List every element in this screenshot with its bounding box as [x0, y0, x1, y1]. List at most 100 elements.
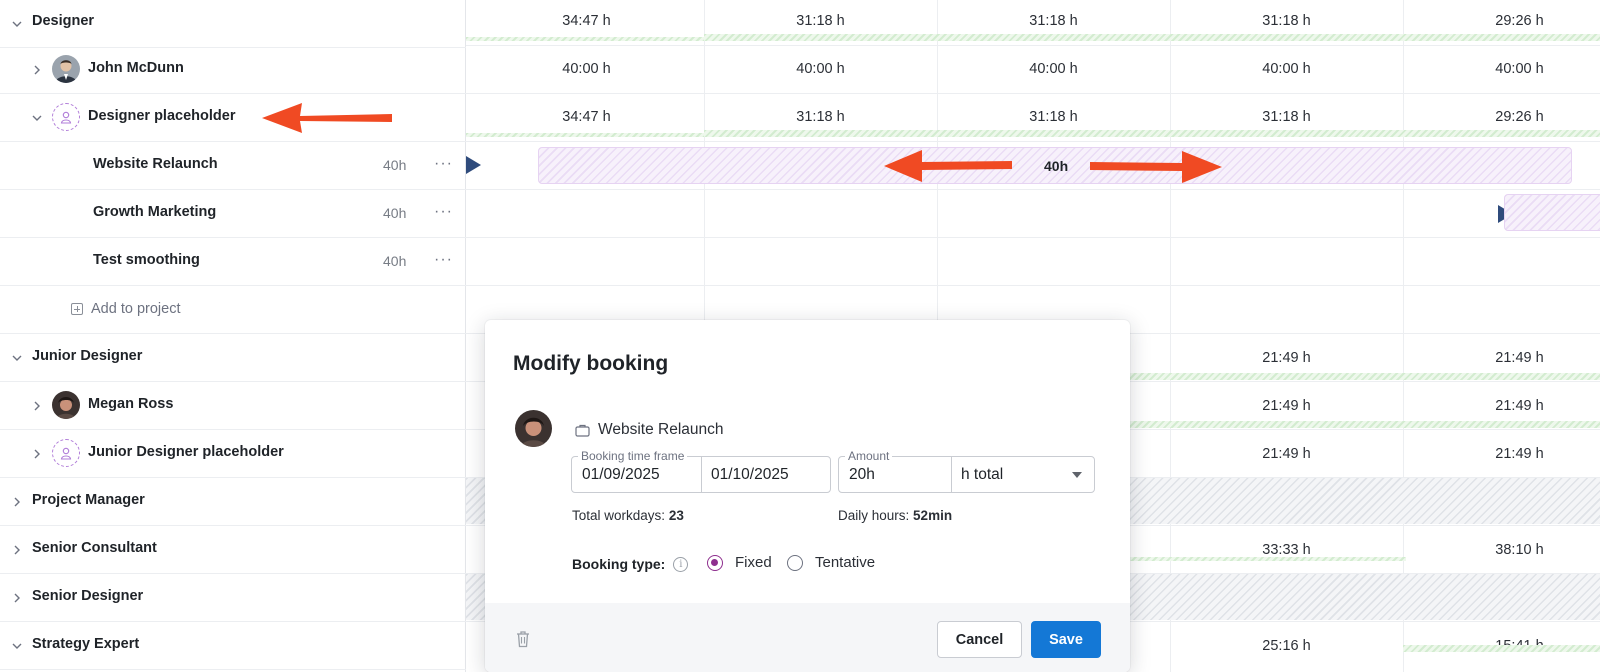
chevron-down-icon[interactable] [1072, 472, 1082, 478]
resource-list: Designer John McDunn Designer placeholde… [0, 0, 466, 672]
person-row-john-mcdunn[interactable]: John McDunn [0, 46, 466, 94]
project-name: Growth Marketing [93, 204, 217, 220]
amount-unit-select[interactable]: h total [961, 466, 1003, 484]
capacity-cell: 40:00 h [1495, 61, 1544, 77]
chevron-right-icon[interactable] [10, 591, 24, 605]
project-hours: 40h [383, 157, 407, 173]
group-row-strategy-expert[interactable]: Strategy Expert [0, 622, 466, 670]
group-label: Project Manager [32, 492, 145, 508]
start-date-input[interactable]: 01/09/2025 [582, 466, 660, 484]
annotation-arrow-icon [1090, 151, 1222, 183]
project-name: Test smoothing [93, 252, 200, 268]
capacity-cell: 25:16 h [1262, 638, 1311, 654]
grid-column-divider [1170, 0, 1171, 672]
project-name: Website Relaunch [93, 156, 218, 172]
chevron-down-icon[interactable] [10, 17, 24, 31]
booking-bar-growth-marketing[interactable] [1504, 194, 1600, 231]
booking-type-fixed-radio[interactable]: Fixed [707, 554, 772, 571]
radio-label: Tentative [815, 554, 876, 571]
group-row-senior-consultant[interactable]: Senior Consultant [0, 526, 466, 574]
capacity-cell: 21:49 h [1495, 446, 1544, 462]
radio-label: Fixed [735, 554, 772, 571]
chevron-down-icon[interactable] [10, 351, 24, 365]
avatar [515, 410, 552, 447]
chevron-right-icon[interactable] [10, 543, 24, 557]
capacity-cell: 31:18 h [1029, 13, 1078, 29]
add-to-project-button[interactable]: Add to project [71, 301, 180, 317]
more-options-icon[interactable]: ··· [434, 203, 453, 221]
booking-time-frame-field[interactable]: Booking time frame 01/09/2025 01/10/2025 [571, 449, 831, 493]
amount-field[interactable]: Amount 20h h total [838, 449, 1095, 493]
booking-type: Booking type: i [572, 556, 689, 572]
annotation-arrow-icon [262, 103, 392, 133]
project-hours: 40h [383, 205, 407, 221]
chevron-down-icon[interactable] [30, 111, 44, 125]
chevron-down-icon[interactable] [10, 639, 24, 653]
capacity-cell: 21:49 h [1262, 446, 1311, 462]
capacity-cell: 29:26 h [1495, 13, 1544, 29]
chevron-right-icon[interactable] [30, 399, 44, 413]
add-to-project-label: Add to project [91, 301, 181, 317]
radio-selected-icon[interactable] [707, 554, 723, 571]
group-label: Senior Consultant [32, 540, 157, 556]
capacity-cell: 34:47 h [562, 13, 611, 29]
avatar [52, 55, 80, 83]
capacity-cell: 21:49 h [1262, 350, 1311, 366]
save-button[interactable]: Save [1031, 621, 1101, 658]
info-icon[interactable]: i [673, 556, 689, 572]
project-row-website-relaunch[interactable]: Website Relaunch 40h ··· [0, 142, 466, 190]
briefcase-icon [575, 424, 590, 437]
capacity-cell: 29:26 h [1495, 109, 1544, 125]
cancel-button[interactable]: Cancel [937, 621, 1022, 658]
dialog-title: Modify booking [513, 352, 669, 375]
daily-hours-label: Daily hours: [838, 508, 910, 523]
booking-type-label: Booking type: [572, 556, 666, 572]
group-label: Junior Designer [32, 348, 143, 364]
capacity-cell: 40:00 h [1029, 61, 1078, 77]
chevron-right-icon[interactable] [10, 495, 24, 509]
total-workdays: Total workdays: 23 [572, 508, 684, 523]
amount-input[interactable]: 20h [849, 466, 875, 484]
person-row-megan-ross[interactable]: Megan Ross [0, 382, 466, 430]
capacity-cell: 21:49 h [1495, 350, 1544, 366]
group-row-junior-designer[interactable]: Junior Designer [0, 334, 466, 382]
radio-unselected-icon[interactable] [787, 554, 803, 571]
field-label: Booking time frame [578, 449, 688, 463]
placeholder-row-junior-designer[interactable]: Junior Designer placeholder [0, 430, 466, 478]
group-row-project-manager[interactable]: Project Manager [0, 478, 466, 526]
capacity-cell: 40:00 h [562, 61, 611, 77]
booking-start-marker[interactable] [466, 156, 481, 174]
trash-icon[interactable] [515, 630, 531, 648]
group-label: Strategy Expert [32, 636, 140, 652]
grid-column-divider [1403, 0, 1404, 672]
capacity-cell: 40:00 h [1262, 61, 1311, 77]
project-hours: 40h [383, 253, 407, 269]
total-workdays-value: 23 [668, 508, 684, 523]
group-label: Designer [32, 13, 95, 29]
capacity-cell: 31:18 h [796, 109, 845, 125]
daily-hours-value: 52min [913, 508, 953, 523]
person-name: Megan Ross [88, 396, 174, 412]
placeholder-row-designer[interactable]: Designer placeholder [0, 94, 466, 142]
end-date-input[interactable]: 01/10/2025 [711, 466, 789, 484]
booking-type-tentative-radio[interactable]: Tentative [787, 554, 875, 571]
capacity-cell: 31:18 h [1029, 109, 1078, 125]
more-options-icon[interactable]: ··· [434, 155, 453, 173]
chevron-right-icon[interactable] [30, 63, 44, 77]
person-name: John McDunn [88, 60, 184, 76]
add-to-project-row[interactable]: Add to project [0, 286, 466, 334]
project-row-test-smoothing[interactable]: Test smoothing 40h ··· [0, 238, 466, 286]
total-workdays-label: Total workdays: [572, 508, 666, 523]
capacity-cell: 33:33 h [1262, 542, 1311, 558]
more-options-icon[interactable]: ··· [434, 251, 453, 269]
resource-planner: 34:47 h 31:18 h 31:18 h 31:18 h 29:26 h … [0, 0, 1600, 672]
capacity-cell: 38:10 h [1495, 542, 1544, 558]
field-label: Amount [845, 449, 893, 463]
booking-project: Website Relaunch [575, 421, 724, 439]
annotation-arrow-icon [884, 150, 1012, 182]
capacity-cell: 31:18 h [1262, 13, 1311, 29]
project-row-growth-marketing[interactable]: Growth Marketing 40h ··· [0, 190, 466, 238]
chevron-right-icon[interactable] [30, 447, 44, 461]
group-row-designer[interactable]: Designer [0, 0, 466, 48]
group-row-senior-designer[interactable]: Senior Designer [0, 574, 466, 622]
